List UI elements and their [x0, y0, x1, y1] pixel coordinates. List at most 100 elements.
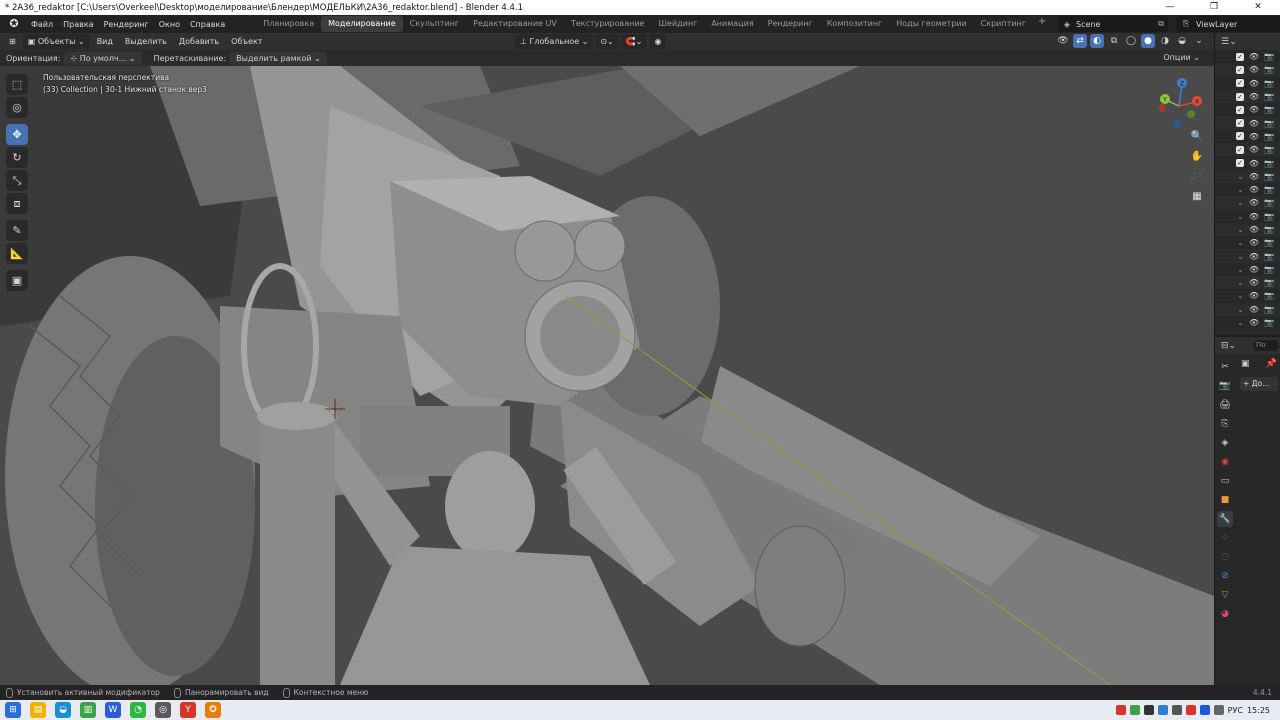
options-dropdown[interactable]: Опции ⌄: [1157, 51, 1206, 65]
eye-icon[interactable]: 👁: [1249, 225, 1259, 234]
outliner-row[interactable]: ✓ 👁 📷: [1215, 103, 1280, 116]
include-checkbox[interactable]: ✓: [1235, 79, 1244, 88]
render-camera-icon[interactable]: 📷: [1264, 278, 1274, 287]
proportional-edit-icon[interactable]: ◉: [649, 34, 667, 49]
outliner-row[interactable]: ⌄ 👁 📷: [1215, 276, 1280, 290]
render-camera-icon[interactable]: 📷: [1264, 305, 1274, 314]
pivot-point-icon[interactable]: ⊙⌄: [595, 34, 619, 49]
edge-browser-icon[interactable]: ◒: [55, 702, 71, 718]
eye-icon[interactable]: 👁: [1249, 318, 1259, 327]
outliner-row[interactable]: ✓ 👁 📷: [1215, 143, 1280, 157]
include-checkbox[interactable]: ✓: [1235, 145, 1244, 154]
world-tab-icon[interactable]: ◉: [1217, 454, 1233, 470]
shading-solid-icon[interactable]: ●: [1141, 34, 1155, 48]
select-box-tool[interactable]: ⬚: [6, 74, 28, 95]
minimize-button[interactable]: —: [1148, 0, 1192, 15]
tab-texture-paint[interactable]: Текстурирование: [564, 16, 652, 32]
orientation-dropdown[interactable]: ⊹ По умолч... ⌄: [64, 51, 142, 65]
menu-view[interactable]: Вид: [92, 34, 118, 49]
tool-tab-icon[interactable]: ✂: [1217, 359, 1233, 375]
clock[interactable]: 15:25: [1247, 706, 1270, 715]
eye-icon[interactable]: 👁: [1249, 198, 1259, 207]
cursor-tool[interactable]: ◎: [6, 97, 28, 118]
view-layer-selector[interactable]: ⎘ ViewLayer: [1176, 16, 1280, 32]
maximize-button[interactable]: ❐: [1192, 0, 1236, 15]
menu-file[interactable]: Файл: [26, 20, 58, 29]
render-camera-icon[interactable]: 📷: [1264, 318, 1274, 327]
eye-icon[interactable]: 👁: [1249, 212, 1259, 221]
scene-tab-icon[interactable]: ◈: [1217, 435, 1233, 451]
gizmo-neg-y-axis[interactable]: [1187, 110, 1195, 118]
eye-icon[interactable]: 👁: [1249, 172, 1259, 181]
tray-app-icon[interactable]: [1129, 705, 1140, 715]
outliner-row[interactable]: ⌄ 👁 📷: [1215, 183, 1280, 196]
menu-render[interactable]: Рендеринг: [99, 20, 154, 29]
scene-selector[interactable]: ◈ Scene ⧉: [1058, 16, 1168, 32]
tray-yandex-icon[interactable]: [1185, 705, 1196, 715]
gizmo-neg-z-axis[interactable]: [1173, 120, 1181, 128]
measure-tool[interactable]: 📐: [6, 243, 28, 264]
transform-tool[interactable]: ⧈: [6, 193, 28, 214]
render-camera-icon[interactable]: 📷: [1264, 145, 1274, 154]
annotate-tool[interactable]: ✎: [6, 220, 28, 241]
render-camera-icon[interactable]: 📷: [1264, 172, 1274, 181]
tab-sculpting[interactable]: Скульптинг: [403, 16, 467, 32]
include-checkbox[interactable]: ✓: [1235, 65, 1244, 74]
new-scene-icon[interactable]: ⧉: [1158, 19, 1168, 29]
outliner-editor-icon[interactable]: ☰⌄: [1221, 37, 1237, 47]
render-camera-icon[interactable]: 📷: [1264, 79, 1274, 88]
snap-icon[interactable]: 🧲⌄: [620, 34, 648, 49]
data-tab-icon[interactable]: ▽: [1217, 587, 1233, 603]
add-cube-tool[interactable]: ▣: [6, 270, 28, 291]
tab-modeling[interactable]: Моделирование: [321, 16, 403, 32]
properties-editor-icon[interactable]: ⊟⌄: [1221, 341, 1236, 351]
render-camera-icon[interactable]: 📷: [1264, 265, 1274, 274]
eye-icon[interactable]: 👁: [1249, 65, 1259, 74]
add-workspace-button[interactable]: +: [1033, 16, 1051, 32]
camera-view-icon[interactable]: 🎥: [1188, 168, 1206, 186]
overlay-toggle-icon[interactable]: ◐: [1090, 34, 1104, 48]
expand-chevron-icon[interactable]: ⌄: [1237, 172, 1244, 181]
outliner-row[interactable]: ✓ 👁 📷: [1215, 116, 1280, 130]
tab-rendering[interactable]: Рендеринг: [761, 16, 820, 32]
tray-bluetooth-icon[interactable]: [1199, 705, 1210, 715]
outliner-row[interactable]: ⌄ 👁 📷: [1215, 222, 1280, 237]
close-button[interactable]: ✕: [1236, 0, 1280, 15]
notepad-icon[interactable]: ▥: [80, 702, 96, 718]
rotate-tool[interactable]: ↻: [6, 147, 28, 168]
eye-icon[interactable]: 👁: [1249, 105, 1259, 114]
include-checkbox[interactable]: ✓: [1235, 132, 1244, 141]
mode-selector[interactable]: ▣ Объекты ⌄: [22, 34, 90, 49]
render-camera-icon[interactable]: 📷: [1264, 185, 1274, 194]
render-camera-icon[interactable]: 📷: [1264, 225, 1274, 234]
shading-material-icon[interactable]: ◑: [1158, 34, 1172, 48]
tab-uv-editing[interactable]: Редактирование UV: [466, 16, 564, 32]
yandex-browser-icon[interactable]: Y: [180, 702, 196, 718]
steam-icon[interactable]: ◎: [155, 702, 171, 718]
include-checkbox[interactable]: ✓: [1235, 159, 1244, 168]
render-camera-icon[interactable]: 📷: [1264, 132, 1274, 141]
properties-search-input[interactable]: По: [1253, 340, 1279, 351]
outliner-row[interactable]: ⌄ 👁 📷: [1215, 316, 1280, 329]
blender-logo-icon[interactable]: ✪: [6, 16, 22, 32]
blender-taskbar-icon[interactable]: ✪: [205, 702, 221, 718]
render-camera-icon[interactable]: 📷: [1264, 252, 1274, 261]
expand-chevron-icon[interactable]: ⌄: [1237, 305, 1244, 314]
eye-icon[interactable]: 👁: [1249, 119, 1259, 128]
outliner-row[interactable]: ✓ 👁 📷: [1215, 77, 1280, 90]
expand-chevron-icon[interactable]: ⌄: [1237, 318, 1244, 327]
3d-viewport[interactable]: Пользовательская перспектива (33) Collec…: [0, 66, 1214, 685]
expand-chevron-icon[interactable]: ⌄: [1237, 212, 1244, 221]
eye-icon[interactable]: 👁: [1249, 79, 1259, 88]
expand-chevron-icon[interactable]: ⌄: [1237, 185, 1244, 194]
eye-icon[interactable]: 👁: [1249, 145, 1259, 154]
expand-chevron-icon[interactable]: ⌄: [1237, 198, 1244, 207]
tray-steam-icon[interactable]: [1171, 705, 1182, 715]
tray-volume-icon[interactable]: [1213, 705, 1224, 715]
eye-icon[interactable]: 👁: [1249, 278, 1259, 287]
constraints-tab-icon[interactable]: ⊘: [1217, 568, 1233, 584]
tab-scripting[interactable]: Скриптинг: [974, 16, 1033, 32]
collection-tab-icon[interactable]: ▭: [1217, 473, 1233, 489]
render-tab-icon[interactable]: 📷: [1217, 378, 1233, 394]
eye-icon[interactable]: 👁: [1249, 52, 1259, 61]
